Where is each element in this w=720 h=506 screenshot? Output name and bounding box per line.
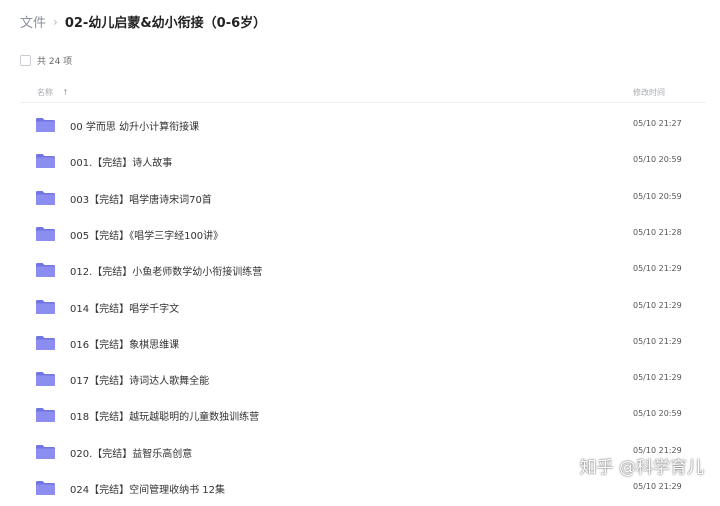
file-row-name[interactable]: 014【完结】唱学千字文 [70,300,179,315]
folder-icon [35,262,56,278]
file-row-name[interactable]: 005【完结】《唱学三字经100讲》 [70,227,223,242]
item-count: 共 24 项 [37,57,73,67]
list-header: 名称 ↑ 修改时间 [20,82,706,103]
watermark: 知乎 @科学育儿 [579,458,704,478]
folder-icon [35,190,56,206]
file-row[interactable]: 001.【完结】诗人故事 05/10 20:59 [20,143,706,179]
column-header-modified[interactable]: 修改时间 [633,87,665,98]
folder-icon [35,117,56,133]
column-header-name-label: 名称 [37,88,53,97]
file-row-name[interactable]: 020.【完结】益智乐高创意 [70,445,192,460]
breadcrumb: 文件 › 02-幼儿启蒙&幼小衔接（0-6岁） [20,12,267,32]
sort-arrow-icon[interactable]: ↑ [62,88,69,97]
folder-icon [35,299,56,315]
file-row-name[interactable]: 017【完结】诗词达人歌舞全能 [70,372,209,387]
folder-icon [35,407,56,423]
file-row-name[interactable]: 001.【完结】诗人故事 [70,154,172,169]
file-row-name[interactable]: 012.【完结】小鱼老师数学幼小衔接训练营 [70,263,262,278]
file-row-name[interactable]: 00 学而思 幼升小计算衔接课 [70,118,199,133]
file-row-modified-time: 05/10 20:59 [633,155,682,165]
file-row-name[interactable]: 003【完结】唱学唐诗宋词70首 [70,191,212,206]
file-row-modified-time: 05/10 20:59 [633,409,682,419]
folder-icon [35,153,56,169]
file-row-name[interactable]: 024【完结】空间管理收纳书 12集 [70,481,225,496]
file-row[interactable]: 00 学而思 幼升小计算衔接课 05/10 21:27 [20,107,706,143]
file-row-name[interactable]: 016【完结】象棋思维课 [70,336,179,351]
file-row[interactable]: 012.【完结】小鱼老师数学幼小衔接训练营 05/10 21:29 [20,252,706,288]
file-row-modified-time: 05/10 21:29 [633,300,682,310]
file-row[interactable]: 014【完结】唱学千字文 05/10 21:29 [20,289,706,325]
breadcrumb-current-folder: 02-幼儿启蒙&幼小衔接（0-6岁） [64,16,267,31]
file-row[interactable]: 003【完结】唱学唐诗宋词70首 05/10 20:59 [20,180,706,216]
file-row-modified-time: 05/10 21:28 [633,227,682,237]
file-row-modified-time: 05/10 21:29 [633,373,682,383]
folder-icon [35,444,56,460]
folder-icon [35,226,56,242]
file-row-modified-time: 05/10 21:29 [633,336,682,346]
file-row-modified-time: 05/10 21:27 [633,119,682,128]
file-row[interactable]: 016【完结】象棋思维课 05/10 21:29 [20,325,706,361]
folder-icon [35,371,56,387]
file-row-modified-time: 05/10 21:29 [633,482,682,491]
file-row-modified-time: 05/10 20:59 [633,191,682,201]
file-row[interactable]: 005【完结】《唱学三字经100讲》 05/10 21:28 [20,216,706,252]
select-all-checkbox[interactable] [20,55,31,66]
folder-icon [35,480,56,496]
select-all-bar: 共 24 项 [20,54,72,67]
file-row[interactable]: 018【完结】越玩越聪明的儿童数独训练营 05/10 20:59 [20,397,706,433]
file-row-modified-time: 05/10 21:29 [633,264,682,274]
file-row-name[interactable]: 018【完结】越玩越聪明的儿童数独训练营 [70,408,259,423]
breadcrumb-chevron-icon: › [53,14,58,29]
column-header-name[interactable]: 名称 ↑ [37,87,69,98]
file-row[interactable]: 017【完结】诗词达人歌舞全能 05/10 21:29 [20,361,706,397]
breadcrumb-root-link[interactable]: 文件 [20,12,46,31]
folder-icon [35,335,56,351]
